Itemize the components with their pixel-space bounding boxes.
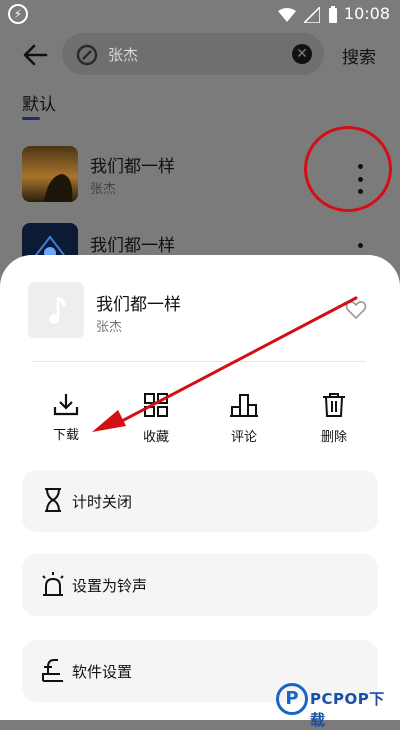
song-title: 我们都一样	[90, 157, 175, 177]
delete-label: 删除	[320, 430, 347, 445]
link-icon	[76, 44, 98, 66]
comment-label: 评论	[230, 430, 257, 445]
pcpop-logo-icon: P	[276, 683, 308, 715]
hourglass-icon	[45, 488, 61, 512]
favorite-button[interactable]: 收藏	[126, 392, 186, 454]
favorite-label: 收藏	[142, 430, 169, 445]
trash-icon	[323, 393, 345, 417]
status-icons	[278, 6, 338, 24]
comment-button[interactable]: 评论	[214, 392, 274, 454]
tab-default[interactable]: 默认	[22, 90, 56, 115]
back-arrow-icon[interactable]	[20, 40, 50, 70]
set-ringtone-label: 设置为铃声	[72, 577, 148, 595]
status-bar: ⚡ 10:08	[0, 0, 400, 30]
watermark-text: PCPOP下载	[310, 690, 385, 729]
download-label: 下载	[52, 428, 79, 443]
heart-icon[interactable]	[345, 300, 367, 320]
settings-icon	[42, 659, 63, 682]
set-ringtone-item[interactable]: 设置为铃声	[22, 554, 378, 616]
highlight-circle	[304, 126, 392, 212]
clear-icon[interactable]: ✕	[292, 44, 312, 64]
lightning-icon: ⚡	[8, 4, 28, 24]
wifi-icon	[278, 8, 296, 22]
delete-button[interactable]: 删除	[304, 392, 364, 454]
download-button[interactable]: 下载	[36, 392, 96, 454]
signal-icon	[304, 7, 320, 23]
watermark-logo: P PCPOP下载	[276, 683, 400, 729]
comment-icon	[230, 394, 258, 417]
song-thumbnail	[28, 282, 84, 338]
timer-close-item[interactable]: 计时关闭	[22, 470, 378, 532]
download-icon	[53, 394, 79, 416]
tab-indicator	[22, 117, 40, 120]
sheet-artist: 张杰	[96, 320, 123, 335]
sheet-song-title: 我们都一样	[96, 295, 181, 315]
song-title: 我们都一样	[90, 236, 175, 256]
album-cover	[22, 146, 78, 202]
music-note-icon	[49, 296, 66, 324]
search-button[interactable]: 搜索	[342, 43, 376, 68]
timer-close-label: 计时关闭	[72, 493, 133, 511]
status-time: 10:08	[343, 4, 390, 23]
search-query: 张杰	[108, 46, 139, 64]
grid-icon	[144, 393, 168, 417]
song-artist: 张杰	[90, 182, 117, 197]
search-input[interactable]: 张杰 ✕	[62, 33, 324, 75]
divider	[32, 361, 366, 362]
app-settings-label: 软件设置	[72, 663, 133, 681]
battery-icon	[329, 6, 337, 23]
alarm-icon	[42, 572, 64, 596]
